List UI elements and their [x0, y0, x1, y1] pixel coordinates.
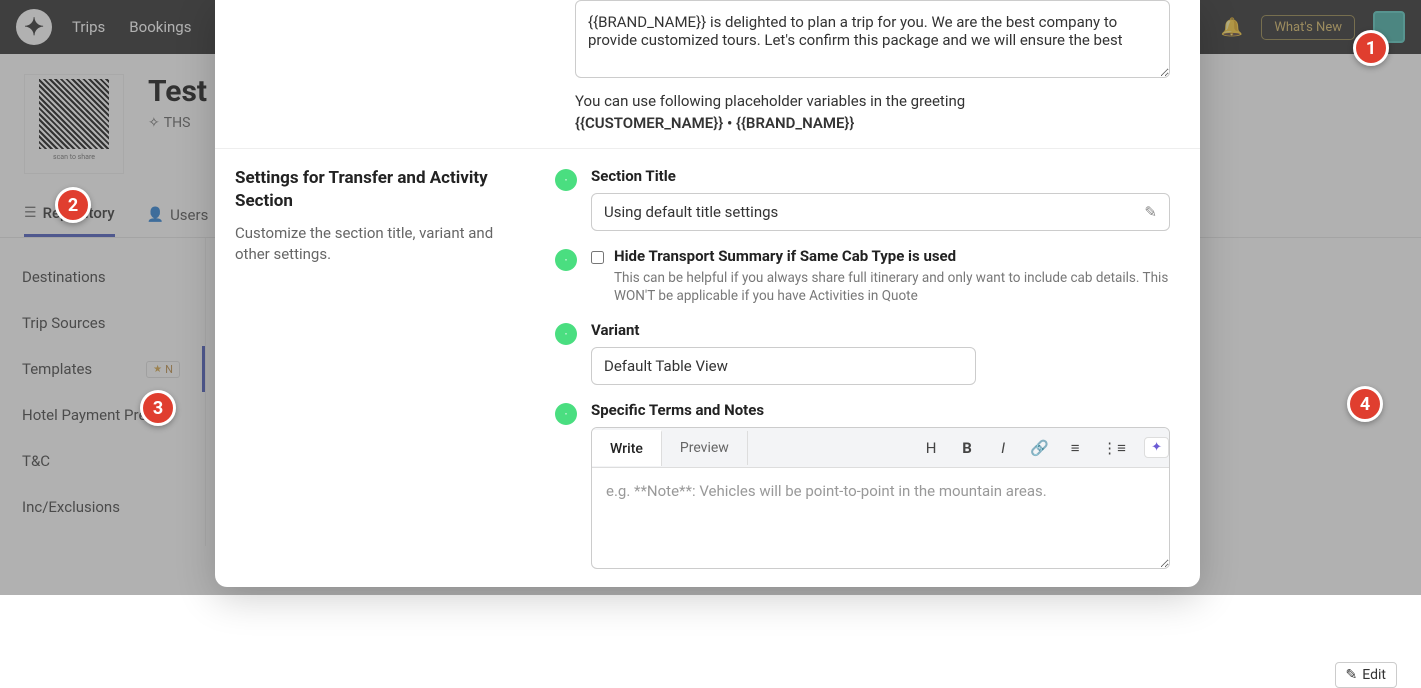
hide-transport-desc: This can be helpful if you always share … — [614, 269, 1170, 305]
variant-label: Variant — [591, 321, 1170, 339]
edit-button[interactable]: ✎ Edit — [1335, 662, 1397, 688]
section-title-label: Section Title — [591, 167, 1170, 185]
editor-tab-write[interactable]: Write — [592, 430, 662, 466]
annotation-marker-1: 1 — [1353, 30, 1389, 66]
settings-modal: {{BRAND_NAME}} is delighted to plan a tr… — [215, 0, 1200, 587]
section-title-input[interactable]: Using default title settings ✎ — [591, 193, 1170, 231]
variant-select[interactable]: Default Table View — [591, 347, 976, 385]
hide-transport-checkbox[interactable] — [591, 251, 604, 264]
unordered-list-icon[interactable]: ⋮≡ — [1102, 439, 1120, 457]
ordered-list-icon[interactable]: ≡ — [1066, 439, 1084, 457]
annotation-marker-3: 3 — [140, 390, 176, 426]
notes-editor: Write Preview H B I 🔗 ≡ ⋮≡ ✦ — [591, 427, 1170, 569]
greeting-help: You can use following placeholder variab… — [575, 92, 1170, 110]
settings-desc: Customize the section title, variant and… — [235, 223, 531, 265]
pencil-icon[interactable]: ✎ — [1144, 203, 1157, 221]
notes-label: Specific Terms and Notes — [591, 401, 1170, 419]
heading-icon[interactable]: H — [922, 439, 940, 457]
status-dot-icon: • — [555, 249, 577, 271]
link-icon[interactable]: 🔗 — [1030, 439, 1048, 457]
hide-transport-label: Hide Transport Summary if Same Cab Type … — [614, 247, 1170, 265]
greeting-textarea[interactable]: {{BRAND_NAME}} is delighted to plan a tr… — [575, 0, 1170, 78]
status-dot-icon: • — [555, 323, 577, 345]
editor-tab-preview[interactable]: Preview — [662, 431, 748, 465]
settings-heading: Settings for Transfer and Activity Secti… — [235, 167, 531, 213]
italic-icon[interactable]: I — [994, 439, 1012, 457]
notes-textarea[interactable]: e.g. **Note**: Vehicles will be point-to… — [592, 468, 1169, 568]
pencil-icon: ✎ — [1346, 667, 1358, 683]
bold-icon[interactable]: B — [958, 439, 976, 457]
status-dot-icon: • — [555, 169, 577, 191]
ai-sparkle-icon[interactable]: ✦ — [1144, 437, 1169, 458]
status-dot-icon: • — [555, 403, 577, 425]
greeting-placeholders: {{CUSTOMER_NAME}} • {{BRAND_NAME}} — [575, 114, 1170, 132]
annotation-marker-4: 4 — [1347, 386, 1383, 422]
annotation-marker-2: 2 — [55, 187, 91, 223]
